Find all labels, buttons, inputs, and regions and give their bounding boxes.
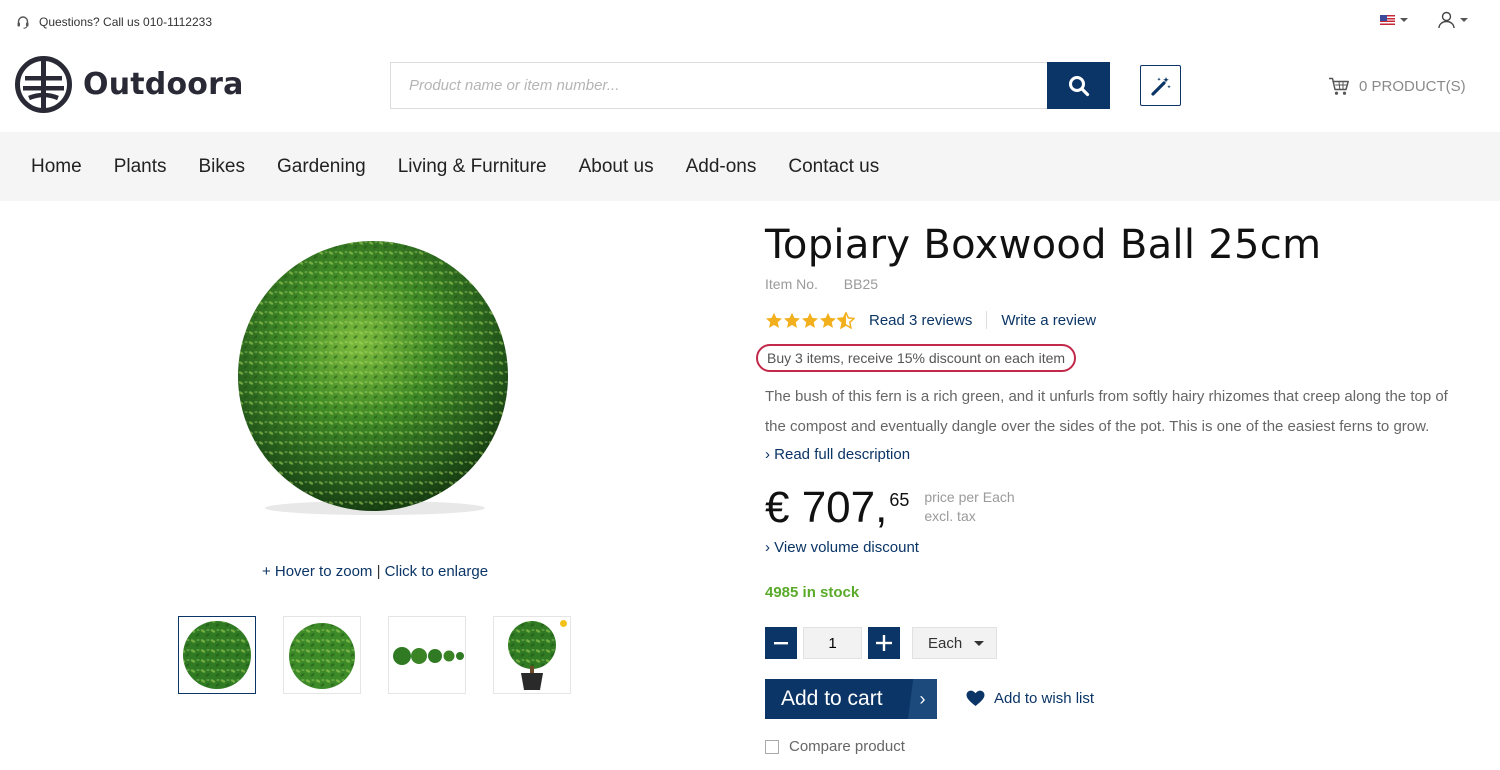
us-flag-icon: [1380, 15, 1395, 25]
stock-status: 4985 in stock: [765, 584, 860, 601]
badge-icon: [560, 620, 567, 627]
chevron-down-icon: [974, 641, 984, 646]
contact-info: Questions? Call us 010-1112233: [16, 15, 212, 29]
star-icon: [802, 312, 818, 328]
price-tax-note: excl. tax: [924, 508, 976, 524]
price-per-unit: price per Each: [924, 489, 1015, 505]
write-review-link[interactable]: Write a review: [1001, 312, 1096, 329]
top-bar: Questions? Call us 010-1112233: [0, 0, 1500, 44]
nav-item-bikes[interactable]: Bikes: [199, 156, 245, 178]
cart-summary[interactable]: 0 PRODUCT(S): [1328, 77, 1466, 96]
headset-icon: [17, 16, 29, 29]
star-rating: [765, 311, 855, 329]
search-button[interactable]: [1047, 62, 1110, 109]
cart-icon: [1329, 77, 1349, 95]
add-to-cart-label: Add to cart: [781, 687, 883, 710]
contact-text: Questions? Call us 010-1112233: [39, 15, 213, 29]
chevron-down-icon: [1400, 18, 1408, 22]
view-volume-discount-link[interactable]: › View volume discount: [765, 539, 919, 556]
logo[interactable]: Outdoora: [15, 56, 244, 113]
read-full-description-link[interactable]: › Read full description: [765, 446, 910, 463]
compare-label: Compare product: [789, 738, 905, 755]
minus-icon: [774, 642, 788, 645]
magic-wand-button[interactable]: [1140, 65, 1181, 106]
cart-count: 0 PRODUCT(S): [1359, 78, 1466, 95]
price-main: € 707,: [765, 483, 888, 532]
compare-checkbox[interactable]: [765, 739, 779, 754]
price-cents: 65: [889, 490, 910, 510]
nav-item-add-ons[interactable]: Add-ons: [686, 156, 757, 178]
add-to-cart-button[interactable]: Add to cart ›: [765, 679, 937, 719]
main-nav: Home Plants Bikes Gardening Living & Fur…: [0, 132, 1500, 201]
rating-row: Read 3 reviews Write a review: [765, 311, 1096, 329]
nav-item-living-furniture[interactable]: Living & Furniture: [398, 156, 547, 178]
price-note: price per Each excl. tax: [924, 488, 1014, 526]
compare-product-toggle[interactable]: Compare product: [765, 738, 905, 755]
quantity-selector: Each: [765, 627, 997, 659]
account-menu[interactable]: [1438, 11, 1468, 29]
search-icon: [1068, 75, 1089, 96]
heart-icon: [966, 690, 985, 707]
item-number-label: Item No.: [765, 276, 818, 292]
product-description: The bush of this fern is a rich green, a…: [765, 388, 1448, 435]
price-block: € 707, 65 price per Each excl. tax: [765, 482, 1015, 534]
increase-quantity-button[interactable]: [868, 627, 900, 659]
logo-icon: [15, 56, 72, 113]
decrease-quantity-button[interactable]: [765, 627, 797, 659]
thumbnail[interactable]: [283, 616, 361, 694]
hover-to-zoom[interactable]: + Hover to zoom: [262, 563, 372, 580]
chevron-down-icon: [1460, 18, 1468, 22]
thumbnail[interactable]: [493, 616, 571, 694]
nav-item-plants[interactable]: Plants: [114, 156, 167, 178]
divider: [986, 311, 988, 329]
click-to-enlarge[interactable]: Click to enlarge: [385, 563, 488, 580]
nav-item-gardening[interactable]: Gardening: [277, 156, 366, 178]
nav-item-home[interactable]: Home: [31, 156, 82, 178]
product-title: Topiary Boxwood Ball 25cm: [765, 222, 1322, 268]
plus-icon: [876, 635, 892, 651]
discount-promo: Buy 3 items, receive 15% discount on eac…: [756, 344, 1077, 372]
brand-name: Outdoora: [83, 67, 244, 102]
language-selector[interactable]: [1380, 15, 1408, 25]
star-icon: [766, 312, 782, 328]
unit-select-value: Each: [928, 634, 963, 652]
search-input[interactable]: [390, 62, 1047, 109]
nav-item-about-us[interactable]: About us: [579, 156, 654, 178]
user-icon: [1438, 11, 1455, 29]
add-to-wish-list-button[interactable]: Add to wish list: [966, 690, 1094, 707]
quantity-input[interactable]: [803, 627, 862, 659]
zoom-separator: |: [376, 563, 381, 580]
chevron-right-icon: ›: [908, 679, 937, 719]
product-main-image[interactable]: [228, 240, 522, 518]
zoom-hint: + Hover to zoom | Click to enlarge: [0, 563, 750, 580]
star-icon: [784, 312, 800, 328]
search-bar: [390, 62, 1110, 109]
unit-select[interactable]: Each: [912, 627, 997, 659]
item-number: Item No. BB25: [765, 276, 878, 292]
magic-wand-icon: [1150, 76, 1171, 96]
thumbnail-strip: [178, 616, 598, 694]
thumbnail[interactable]: [178, 616, 256, 694]
thumbnail[interactable]: [388, 616, 466, 694]
nav-item-contact-us[interactable]: Contact us: [788, 156, 879, 178]
wish-list-label: Add to wish list: [994, 690, 1095, 707]
read-reviews-link[interactable]: Read 3 reviews: [869, 312, 972, 329]
item-number-value: BB25: [843, 276, 879, 292]
star-half-icon: [837, 311, 855, 329]
star-icon: [820, 312, 836, 328]
